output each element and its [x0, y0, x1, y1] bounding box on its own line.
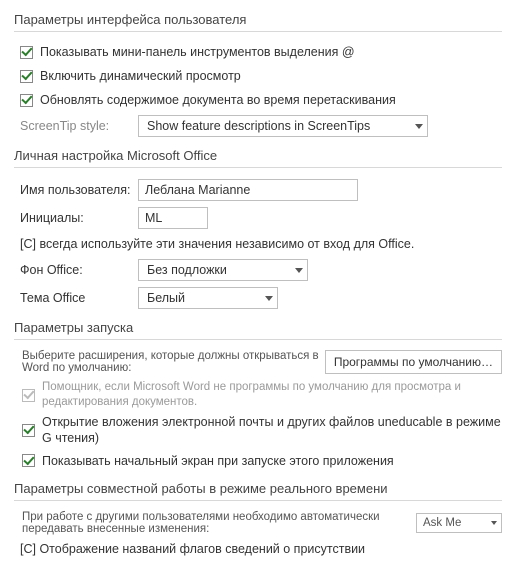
section-header-ui-options: Параметры интерфейса пользователя: [14, 6, 502, 32]
dropdown-value: Ask Me: [423, 517, 461, 529]
initials-label: Инициалы:: [20, 211, 138, 225]
screentip-style-label: ScreenTip style:: [20, 119, 138, 133]
screentip-style-dropdown[interactable]: Show feature descriptions in ScreenTips: [138, 115, 428, 137]
checkbox-row-open-attachments[interactable]: Открытие вложения электронной почты и др…: [22, 414, 502, 447]
chevron-down-icon: [265, 296, 273, 301]
section-header-collab: Параметры совместной работы в режиме реа…: [14, 475, 502, 501]
checkbox-row-assistant[interactable]: Помощник, если Microsoft Word не програм…: [22, 380, 502, 410]
checkbox-icon: [20, 70, 33, 83]
checkbox-row-update-drag[interactable]: Обновлять содержимое документа во время …: [20, 90, 502, 110]
office-theme-label: Тема Office: [20, 291, 138, 305]
checkbox-label: Помощник, если Microsoft Word не програм…: [42, 380, 502, 410]
checkbox-icon: [22, 389, 35, 402]
initials-input[interactable]: [138, 207, 208, 229]
username-label: Имя пользователя:: [20, 183, 138, 197]
share-changes-label: При работе с другими пользователями необ…: [22, 511, 416, 535]
chevron-down-icon: [295, 268, 303, 273]
section-header-startup: Параметры запуска: [14, 314, 502, 340]
checkbox-icon: [20, 46, 33, 59]
share-changes-dropdown[interactable]: Ask Me: [416, 513, 502, 533]
chevron-down-icon: [491, 521, 497, 525]
checkbox-row-mini-toolbar[interactable]: Показывать мини-панель инструментов выде…: [20, 42, 502, 62]
checkbox-label: Показывать начальный экран при запуске э…: [42, 453, 394, 469]
dropdown-value: Show feature descriptions in ScreenTips: [147, 119, 409, 133]
checkbox-icon: [22, 454, 35, 467]
checkbox-label: Включить динамический просмотр: [40, 68, 241, 84]
options-panel: Параметры интерфейса пользователя Показы…: [0, 0, 516, 573]
checkbox-label: Открытие вложения электронной почты и др…: [42, 414, 502, 447]
office-background-label: Фон Office:: [20, 263, 138, 277]
username-input[interactable]: [138, 179, 358, 201]
default-extensions-label: Выберите расширения, которые должны откр…: [22, 350, 325, 374]
dropdown-value: Без подложки: [147, 263, 289, 277]
office-background-dropdown[interactable]: Без подложки: [138, 259, 308, 281]
default-programs-button[interactable]: Программы по умолчанию…: [325, 350, 502, 374]
presence-flags-line: [C] Отображение названий флагов сведений…: [20, 541, 502, 557]
office-theme-dropdown[interactable]: Белый: [138, 287, 278, 309]
section-header-personalize: Личная настройка Microsoft Office: [14, 142, 502, 168]
checkbox-row-live-preview[interactable]: Включить динамический просмотр: [20, 66, 502, 86]
checkbox-label: Показывать мини-панель инструментов выде…: [40, 44, 355, 60]
dropdown-value: Белый: [147, 291, 259, 305]
checkbox-label: Обновлять содержимое документа во время …: [40, 92, 396, 108]
checkbox-icon: [22, 424, 35, 437]
chevron-down-icon: [415, 124, 423, 129]
always-use-line: [C] всегда используйте эти значения неза…: [20, 236, 502, 252]
checkbox-icon: [20, 94, 33, 107]
checkbox-row-start-screen[interactable]: Показывать начальный экран при запуске э…: [22, 451, 502, 471]
